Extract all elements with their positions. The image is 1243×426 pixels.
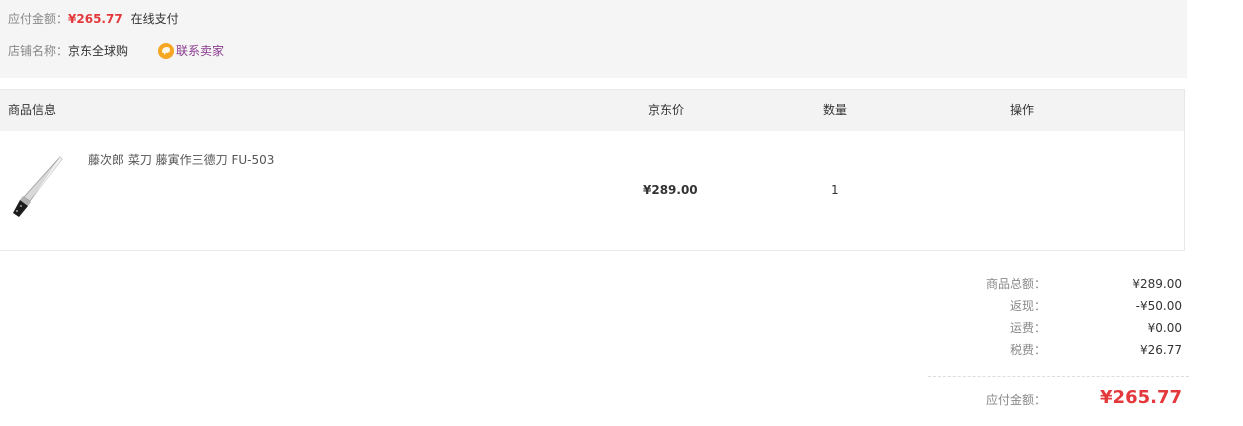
header-operation: 操作 (1010, 103, 1035, 117)
summary-divider (928, 376, 1189, 377)
shipping-value: ¥0.00 (1147, 321, 1182, 335)
order-detail-page: 应付金额：¥265.77 在线支付 店铺名称：京东全球购 联系卖家 商品信息 京东… (0, 0, 1243, 426)
kitchen-knife-image[interactable] (10, 153, 66, 219)
goods-total-label: 商品总额： (985, 277, 1046, 291)
contact-seller-label: 联系卖家 (176, 44, 225, 58)
rebate-label: 返现： (1009, 299, 1046, 313)
order-info-panel: 应付金额：¥265.77 在线支付 店铺名称：京东全球购 联系卖家 (0, 0, 1187, 78)
tax-label: 税费： (1009, 343, 1046, 357)
rebate-value: -¥50.00 (1135, 299, 1182, 313)
pay-method: 在线支付 (130, 12, 179, 26)
amount-value: ¥265.77 (68, 12, 123, 26)
header-product-info: 商品信息 (8, 103, 57, 117)
shipping-row: 运费： ¥0.00 (0, 318, 1243, 338)
header-quantity: 数量 (823, 103, 848, 117)
shop-name: 京东全球购 (68, 44, 129, 58)
shop-label: 店铺名称： (8, 44, 69, 58)
rebate-row: 返现： -¥50.00 (0, 296, 1243, 316)
tax-row: 税费： ¥26.77 (0, 340, 1243, 360)
amount-label: 应付金额： (8, 12, 69, 26)
tax-value: ¥26.77 (1140, 343, 1182, 357)
goods-total-value: ¥289.00 (1132, 277, 1182, 291)
shipping-label: 运费： (1009, 321, 1046, 335)
payable-row: 应付金额： ¥265.77 (0, 386, 1243, 410)
header-price: 京东价 (648, 103, 685, 117)
payable-label: 应付金额： (985, 393, 1046, 407)
chat-bubble-icon (158, 43, 174, 59)
goods-total-row: 商品总额： ¥289.00 (0, 274, 1243, 294)
product-price: ¥289.00 (643, 183, 698, 197)
product-quantity: 1 (831, 183, 839, 197)
product-table: 商品信息 京东价 数量 操作 藤次郎 菜刀 藤寅作三德刀 FU-503 ¥289… (0, 89, 1185, 251)
table-header: 商品信息 京东价 数量 操作 (0, 90, 1184, 131)
contact-seller-link[interactable]: 联系卖家 (158, 41, 224, 61)
product-name-link[interactable]: 藤次郎 菜刀 藤寅作三德刀 FU-503 (88, 151, 274, 169)
payable-total-value: ¥265.77 (1100, 387, 1182, 408)
amount-row: 应付金额：¥265.77 在线支付 (8, 9, 179, 29)
table-row: 藤次郎 菜刀 藤寅作三德刀 FU-503 ¥289.00 1 (0, 131, 1184, 251)
shop-row: 店铺名称：京东全球购 (8, 41, 128, 61)
